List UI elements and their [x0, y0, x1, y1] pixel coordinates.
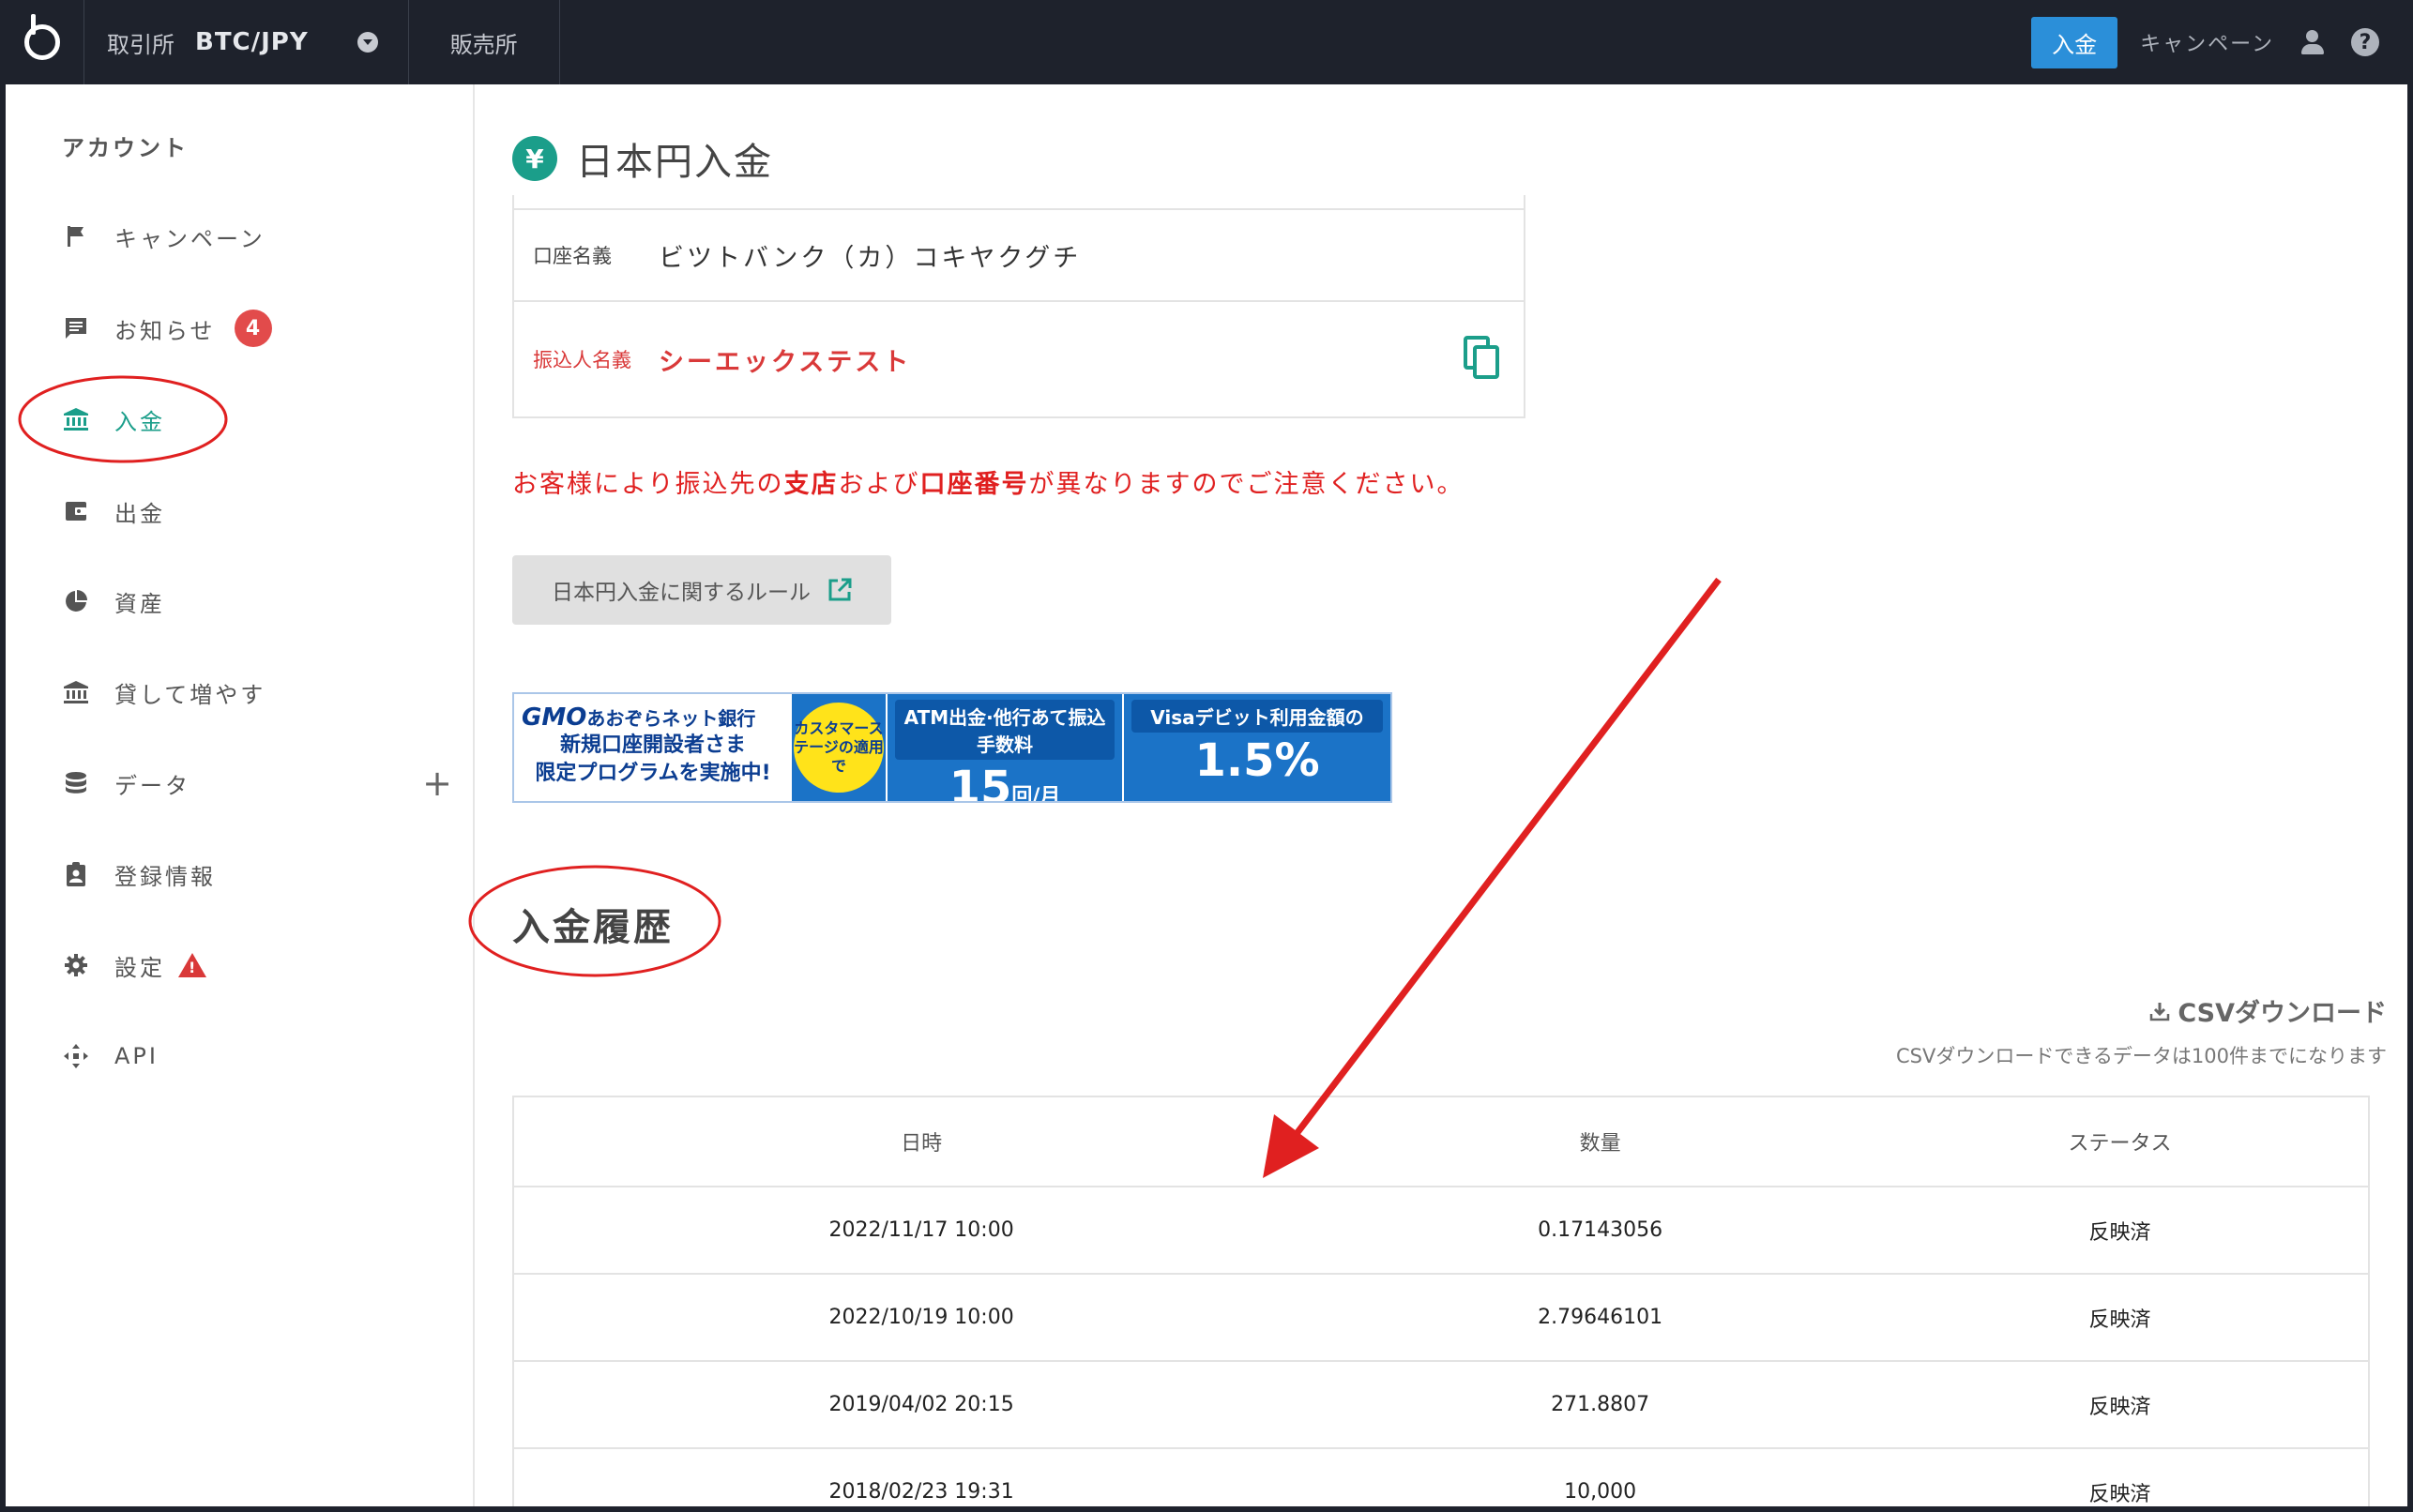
help-icon[interactable]: ? — [2351, 28, 2379, 56]
store-link[interactable]: 販売所 — [409, 0, 560, 84]
api-icon — [62, 1042, 90, 1070]
banner-line2: 限定プログラムを実施中! — [535, 762, 771, 785]
message-icon — [62, 314, 90, 342]
sidebar-item-label: キャンペーン — [114, 225, 266, 252]
sidebar-item-settings[interactable]: 設定 — [62, 942, 456, 989]
sidebar: アカウント キャンペーン お知らせ 4 入金 出金 資産 貸して増やす データ … — [6, 84, 475, 1506]
banner-box1-value: 15 — [949, 762, 1012, 803]
main-panel: ¥ 日本円入金 口座名義 ビツトバンク（カ）コキヤクグチ 振込人名義 シーエック… — [475, 84, 2407, 1506]
cell-datetime: 2018/02/23 19:31 — [828, 1480, 1014, 1504]
cell-amount: 271.8807 — [1551, 1393, 1650, 1416]
sidebar-item-registration[interactable]: 登録情報 — [62, 851, 456, 898]
sidebar-item-label: 資産 — [114, 590, 165, 617]
yen-icon: ¥ — [512, 136, 557, 181]
csv-download-label: CSVダウンロード — [2178, 999, 2387, 1028]
plus-icon[interactable]: + — [422, 765, 452, 801]
campaign-link[interactable]: キャンペーン — [2140, 27, 2274, 57]
external-link-icon — [828, 578, 852, 601]
chevron-down-icon[interactable] — [357, 32, 378, 53]
gmo-aozora-banner[interactable]: GMOあおぞらネット銀行 新規口座開設者さま 限定プログラムを実施中! カスタマ… — [512, 692, 1392, 803]
database-icon — [62, 769, 90, 797]
cell-amount: 10,000 — [1564, 1480, 1637, 1504]
exchange-label: 取引所 — [107, 31, 175, 58]
sidebar-item-withdraw[interactable]: 出金 — [62, 488, 456, 535]
sidebar-item-label: お知らせ — [114, 317, 216, 344]
content-area: アカウント キャンペーン お知らせ 4 入金 出金 資産 貸して増やす データ … — [6, 84, 2407, 1506]
deposit-rules-button[interactable]: 日本円入金に関するルール — [512, 555, 891, 625]
deposit-history-table: 日時 数量 ステータス 2022/11/17 10:00 0.17143056 … — [512, 1096, 2370, 1506]
gear-icon — [62, 951, 90, 979]
column-header-datetime[interactable]: 日時 — [514, 1126, 1328, 1157]
table-header-row: 日時 数量 ステータス — [514, 1097, 2368, 1187]
deposit-button[interactable]: 入金 — [2031, 16, 2118, 68]
table-row: 2022/11/17 10:00 0.17143056 反映済 — [514, 1187, 2368, 1275]
deposit-rules-label: 日本円入金に関するルール — [552, 581, 811, 605]
exchange-pair-selector[interactable]: 取引所 BTC/JPY — [84, 0, 409, 84]
cell-datetime: 2019/04/02 20:15 — [828, 1393, 1014, 1416]
table-row: 2019/04/02 20:15 271.8807 反映済 — [514, 1362, 2368, 1449]
cell-datetime: 2022/11/17 10:00 — [828, 1218, 1014, 1242]
banner-bank: あおぞらネット銀行 — [586, 707, 756, 730]
csv-download-link[interactable]: CSVダウンロード — [2149, 992, 2387, 1029]
sidebar-item-label: API — [114, 1043, 159, 1069]
sidebar-item-label: データ — [114, 772, 190, 799]
cell-amount: 0.17143056 — [1538, 1218, 1663, 1242]
banner-box1-unit: 回/月 — [1011, 785, 1061, 803]
sidebar-item-label: 貸して増やす — [114, 681, 266, 708]
banner-brand: GMO — [522, 703, 587, 732]
user-icon[interactable] — [2299, 28, 2327, 56]
banner-box2-title: Visaデビット利用金額の — [1131, 700, 1383, 733]
table-row: 2022/10/19 10:00 2.79646101 反映済 — [514, 1275, 2368, 1362]
sidebar-item-label: 入金 — [114, 408, 165, 435]
deposit-history-title: 入金履歴 — [512, 906, 674, 949]
bitbank-logo[interactable] — [0, 0, 84, 84]
table-row: 2018/02/23 19:31 10,000 反映済 — [514, 1449, 2368, 1506]
column-header-status[interactable]: ステータス — [1872, 1126, 2368, 1157]
sidebar-item-label: 設定 — [114, 954, 165, 981]
bank-icon — [62, 405, 90, 433]
sidebar-item-api[interactable]: API — [62, 1033, 456, 1080]
bank-icon — [62, 678, 90, 706]
cell-datetime: 2022/10/19 10:00 — [828, 1306, 1014, 1329]
sidebar-item-data[interactable]: データ + — [62, 760, 456, 807]
sidebar-item-deposit[interactable]: 入金 — [62, 396, 456, 443]
cell-amount: 2.79646101 — [1538, 1306, 1663, 1329]
account-info-table: 口座名義 ビツトバンク（カ）コキヤクグチ 振込人名義 シーエックステスト — [512, 195, 1525, 418]
notification-badge: 4 — [234, 310, 272, 347]
cell-status: 反映済 — [2088, 1482, 2151, 1506]
account-name-row: 口座名義 ビツトバンク（カ）コキヤクグチ — [514, 208, 1524, 302]
transferor-name-value: シーエックステスト — [659, 347, 912, 377]
csv-note: CSVダウンロードできるデータは100件までになります — [1895, 1045, 2387, 1067]
cell-status: 反映済 — [2088, 1308, 2151, 1332]
pair-value: BTC/JPY — [195, 28, 309, 56]
sidebar-item-campaign[interactable]: キャンペーン — [62, 213, 456, 260]
sidebar-item-lending[interactable]: 貸して増やす — [62, 669, 456, 716]
wallet-icon — [62, 497, 90, 525]
page-title: 日本円入金 — [576, 141, 773, 184]
banner-line1: 新規口座開設者さま — [559, 733, 746, 757]
cell-status: 反映済 — [2088, 1395, 2151, 1419]
top-navbar: 取引所 BTC/JPY 販売所 入金 キャンペーン ? — [0, 0, 2413, 84]
transferor-name-row: 振込人名義 シーエックステスト — [514, 304, 1524, 415]
banner-circle: カスタマーステージの適用で — [794, 703, 884, 793]
sidebar-item-news[interactable]: お知らせ 4 — [62, 305, 456, 352]
copy-icon[interactable] — [1464, 336, 1501, 381]
account-name-value: ビツトバンク（カ）コキヤクグチ — [659, 243, 1082, 273]
pie-chart-icon — [62, 587, 90, 615]
warning-icon — [178, 953, 206, 977]
column-header-amount[interactable]: 数量 — [1328, 1126, 1872, 1157]
transferor-name-label: 振込人名義 — [533, 349, 631, 371]
account-name-label: 口座名義 — [533, 245, 612, 267]
clipboard-icon — [62, 860, 90, 888]
banner-box2-value: 1.5% — [1194, 734, 1320, 787]
sidebar-heading: アカウント — [62, 135, 189, 161]
sidebar-item-assets[interactable]: 資産 — [62, 578, 456, 625]
download-icon — [2150, 1002, 2170, 1021]
banner-box1-title: ATM出金·他行あて振込手数料 — [895, 700, 1115, 760]
sidebar-item-label: 出金 — [114, 500, 165, 527]
branch-account-notice: お客様により振込先の支店および口座番号が異なりますのでご注意ください。 — [512, 470, 1464, 499]
flag-icon — [62, 222, 90, 250]
cell-status: 反映済 — [2088, 1220, 2151, 1245]
sidebar-item-label: 登録情報 — [114, 863, 216, 890]
